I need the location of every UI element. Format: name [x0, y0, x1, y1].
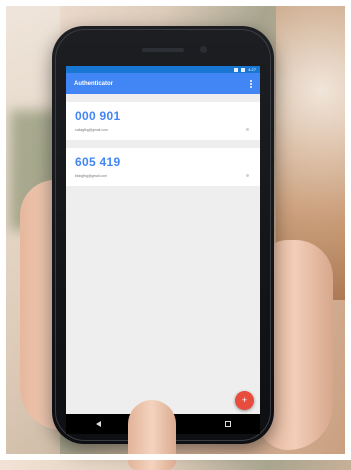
countdown-indicator-icon: [246, 174, 249, 177]
wifi-icon: [234, 67, 239, 72]
account-email: sultagfbg@gmail.com: [75, 128, 108, 132]
add-account-button[interactable]: +: [235, 391, 254, 410]
earpiece-speaker: [142, 48, 184, 52]
status-time: 4:27: [248, 67, 256, 72]
phone-screen: 4:27 Authenticator 000 901 sultagfbg@gma…: [66, 66, 260, 434]
account-card[interactable]: 000 901 sultagfbg@gmail.com: [66, 102, 260, 140]
battery-icon: [241, 67, 246, 72]
back-icon[interactable]: [95, 421, 101, 427]
smartphone: 4:27 Authenticator 000 901 sultagfbg@gma…: [52, 26, 274, 444]
account-card[interactable]: 605 419 bktogfbg@gmail.com: [66, 148, 260, 186]
recents-icon[interactable]: [224, 421, 231, 427]
overflow-menu-icon[interactable]: [250, 79, 252, 88]
status-bar: 4:27: [66, 66, 260, 73]
app-bar: Authenticator: [66, 73, 260, 94]
account-email: bktogfbg@gmail.com: [75, 174, 107, 178]
verification-code: 000 901: [75, 109, 121, 123]
front-camera: [200, 46, 207, 53]
app-title: Authenticator: [74, 80, 113, 87]
countdown-indicator-icon: [246, 128, 249, 131]
verification-code: 605 419: [75, 155, 121, 169]
